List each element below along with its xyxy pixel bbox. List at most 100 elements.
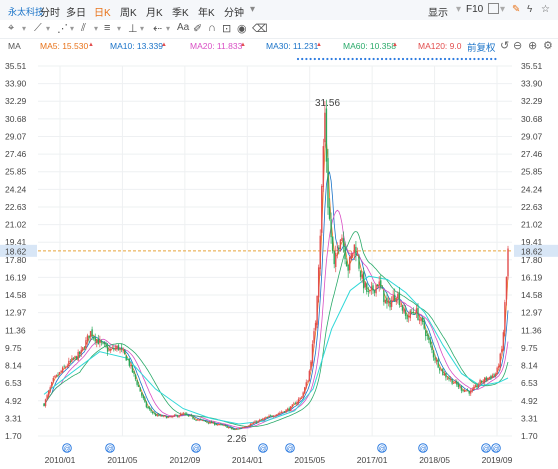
candle-body [218, 424, 221, 425]
candle-body [335, 253, 337, 267]
candle-body [457, 384, 460, 388]
candle-body [54, 376, 56, 378]
candlesticks[interactable] [43, 99, 509, 431]
info-dot [309, 57, 312, 61]
candle-body [158, 414, 160, 416]
candle-body [229, 427, 231, 429]
candle-body [78, 351, 81, 355]
kline-chart[interactable]: 35.51 33.90 32.29 30.68 29.07 27.46 25.85 24.24… [0, 0, 558, 469]
candle-body [136, 380, 138, 385]
event-marker-icon[interactable]: @ [378, 446, 385, 453]
candle-body [356, 255, 359, 256]
candle-body [389, 301, 391, 308]
event-marker-icon[interactable]: @ [419, 446, 426, 453]
candle-body [387, 300, 390, 303]
info-dot [464, 57, 468, 61]
candle-body [407, 316, 410, 318]
candle-body [195, 419, 197, 421]
candle-body [120, 347, 123, 350]
event-marker-icon[interactable]: @ [106, 446, 113, 453]
candle-body [142, 395, 145, 399]
x-tick-label: 2017/01 [357, 455, 388, 465]
candle-body [418, 319, 421, 321]
event-marker-icon[interactable]: @ [492, 446, 499, 453]
candle-body [442, 368, 444, 375]
candle-body [55, 374, 58, 377]
y-tick-label: 14.58 [521, 290, 543, 300]
candle-body [350, 254, 352, 259]
candle-body [288, 408, 290, 411]
x-tick-label: 2011/05 [107, 455, 137, 465]
candle-body [123, 349, 126, 355]
candle-body [502, 332, 505, 351]
candle-body [161, 415, 163, 417]
candle-body [44, 399, 47, 406]
info-dot [322, 57, 325, 61]
candle-body [423, 321, 425, 329]
candle-body [291, 404, 293, 407]
event-marker-icon[interactable]: @ [286, 446, 293, 453]
event-markers[interactable]: @ @ @ @ @ @ @ @ @ [62, 443, 501, 453]
candle-body [390, 300, 393, 307]
candle-body [282, 411, 284, 413]
candle-body [60, 371, 62, 373]
y-tick-label: 8.14 [521, 361, 538, 371]
candle-body [426, 334, 429, 336]
candle-body [88, 335, 90, 339]
candle-body [148, 407, 151, 409]
x-tick-label: 2012/09 [169, 455, 200, 465]
y-tick-label: 4.92 [521, 396, 538, 406]
candle-body [49, 387, 51, 392]
y-tick-label: 27.46 [5, 149, 27, 159]
info-dot [439, 57, 442, 61]
event-marker-icon[interactable]: @ [192, 446, 199, 453]
candle-body [383, 290, 385, 302]
candle-body [474, 385, 477, 387]
candle-body [372, 285, 374, 291]
candle-body [80, 349, 82, 354]
candle-body [439, 368, 441, 371]
candle-body [429, 339, 432, 345]
event-marker-icon[interactable]: @ [259, 446, 266, 453]
candle-body [411, 312, 413, 313]
candle-body [451, 378, 453, 384]
event-marker-icon[interactable]: @ [63, 446, 70, 453]
y-tick-label: 21.02 [5, 220, 27, 230]
info-dot [435, 57, 438, 61]
candle-body [392, 295, 394, 301]
event-marker-icon[interactable]: @ [482, 446, 489, 453]
candle-body [394, 294, 396, 301]
candle-body [403, 308, 405, 313]
candle-body [373, 290, 376, 293]
candle-body [131, 364, 134, 373]
y-tick-label: 27.46 [521, 149, 543, 159]
candle-body [460, 386, 463, 391]
y-tick-label: 30.68 [521, 114, 543, 124]
candle-body [285, 409, 287, 413]
candle-body [108, 349, 110, 351]
info-dot [406, 57, 409, 61]
x-tick-label: 2014/01 [232, 455, 263, 465]
candle-body [370, 286, 373, 290]
candle-body [276, 414, 278, 416]
candle-body [484, 377, 486, 383]
candle-body [203, 420, 205, 421]
candle-body [111, 347, 113, 349]
candle-body [117, 345, 120, 350]
candle-body [137, 384, 140, 387]
info-dot [317, 57, 321, 61]
candle-body [128, 358, 131, 366]
candle-body [420, 317, 422, 322]
candle-body [103, 342, 106, 345]
info-dot [326, 57, 329, 61]
candle-body [449, 378, 452, 380]
candle-body [501, 349, 503, 353]
candle-body [431, 345, 433, 351]
info-dot [490, 57, 493, 61]
candle-body [353, 244, 356, 253]
candle-body [66, 365, 68, 367]
candle-body [406, 315, 408, 320]
candle-body [493, 374, 495, 376]
info-dot [460, 57, 463, 61]
candle-body [384, 299, 387, 304]
